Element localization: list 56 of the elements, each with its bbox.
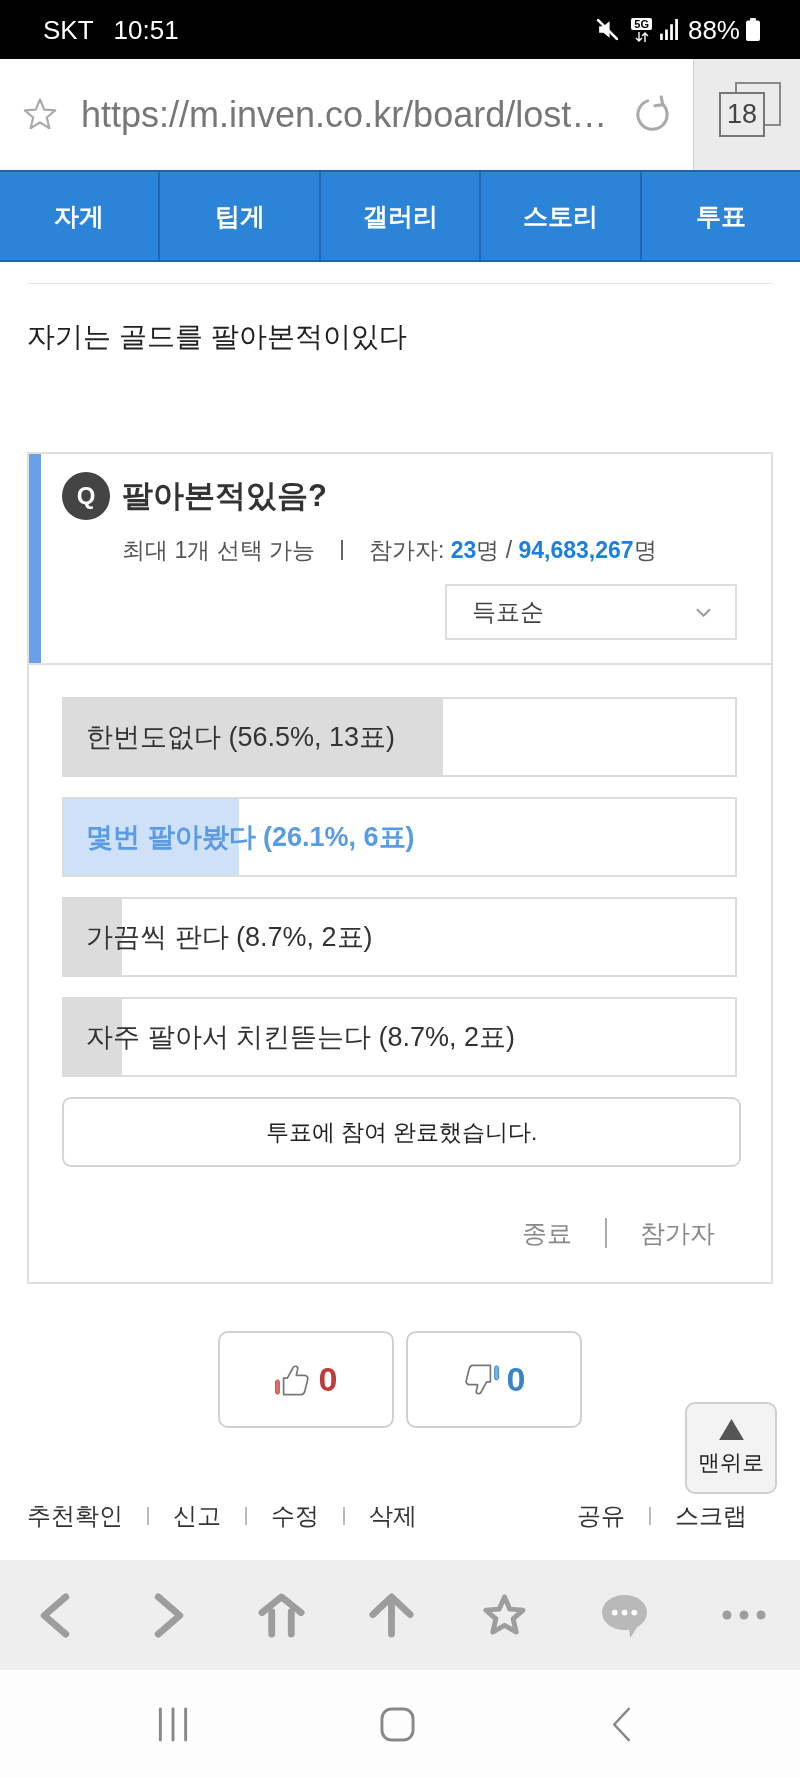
chevron-down-icon <box>696 607 711 617</box>
arrow-up-icon[interactable] <box>367 1592 415 1638</box>
poll-option[interactable]: 가끔씩 판다 (8.7%, 2표) <box>62 897 737 977</box>
scroll-to-top-button[interactable]: 맨위로 <box>685 1402 777 1494</box>
home-button-icon[interactable] <box>379 1706 415 1742</box>
dislike-button[interactable]: 0 <box>406 1331 582 1428</box>
board-tab[interactable]: 갤러리 <box>320 172 482 260</box>
post-action-link[interactable]: 공유 <box>577 1500 625 1532</box>
poll-footer-link[interactable]: 참가자 <box>640 1216 715 1250</box>
post-action-link[interactable]: 스크랩 <box>675 1500 747 1532</box>
recent-apps-icon[interactable] <box>157 1706 189 1742</box>
poll-question: 팔아본적있음? <box>122 477 327 515</box>
board-tab[interactable]: 스토리 <box>481 172 642 260</box>
clock-time: 10:51 <box>113 14 179 45</box>
network-type-label: 5G <box>631 17 652 30</box>
option-label: 가끔씩 판다 (8.7%, 2표) <box>85 921 373 954</box>
option-label: 한번도없다 (56.5%, 13표) <box>85 721 396 754</box>
tab-switcher-button[interactable]: 18 <box>693 59 800 170</box>
post-action-link[interactable]: 수정 <box>271 1500 319 1532</box>
post-action-link[interactable]: 추천확인 <box>27 1500 123 1532</box>
mute-icon <box>596 18 620 41</box>
home-icon[interactable] <box>257 1592 305 1638</box>
battery-percent: 88% <box>687 14 740 45</box>
back-icon[interactable] <box>611 1706 631 1742</box>
poll-option[interactable]: 자주 팔아서 치킨뜯는다 (8.7%, 2표) <box>62 997 737 1077</box>
option-label: 몇번 팔아봤다 (26.1%, 6표) <box>85 821 415 854</box>
question-badge: Q <box>62 472 110 520</box>
more-icon[interactable] <box>722 1610 766 1620</box>
board-tab[interactable]: 팁게 <box>160 172 321 260</box>
reload-icon[interactable] <box>633 95 672 134</box>
post-text: 자기는 골드를 팔아본적이있다 <box>27 320 408 354</box>
option-label: 자주 팔아서 치킨뜯는다 (8.7%, 2표) <box>85 1021 516 1054</box>
poll-option[interactable]: 한번도없다 (56.5%, 13표) <box>62 697 737 777</box>
post-action-link[interactable]: 삭제 <box>369 1500 417 1532</box>
bookmark-star-icon[interactable] <box>23 98 57 131</box>
board-tab[interactable]: 자게 <box>0 172 161 260</box>
board-tab[interactable]: 투표 <box>641 172 800 260</box>
signal-bars-icon <box>659 19 678 40</box>
selection-limit-text: 최대 1개 선택 가능 <box>122 536 315 565</box>
post-action-link[interactable]: 신고 <box>173 1500 221 1532</box>
url-field[interactable]: https://m.inven.co.kr/board/lost… <box>81 93 633 136</box>
triangle-up-icon <box>718 1418 744 1440</box>
vote-complete-button[interactable]: 투표에 참여 완료했습니다. <box>62 1097 741 1167</box>
thumbs-down-icon <box>462 1363 499 1396</box>
poll-footer-link[interactable]: 종료 <box>522 1216 572 1250</box>
participant-count-text: 참가자: 23명 / 94,683,267명 <box>368 536 657 565</box>
like-button[interactable]: 0 <box>218 1331 394 1428</box>
carrier-label: SKT <box>43 14 94 45</box>
chat-bubble-icon[interactable] <box>600 1592 648 1638</box>
data-arrows-icon <box>634 31 649 42</box>
star-icon[interactable] <box>480 1592 528 1638</box>
chevron-left-icon[interactable] <box>40 1592 70 1638</box>
battery-icon <box>746 18 760 41</box>
sort-dropdown[interactable]: 득표순 <box>445 584 737 640</box>
chevron-right-icon[interactable] <box>154 1592 184 1638</box>
thumbs-up-icon <box>274 1363 311 1396</box>
